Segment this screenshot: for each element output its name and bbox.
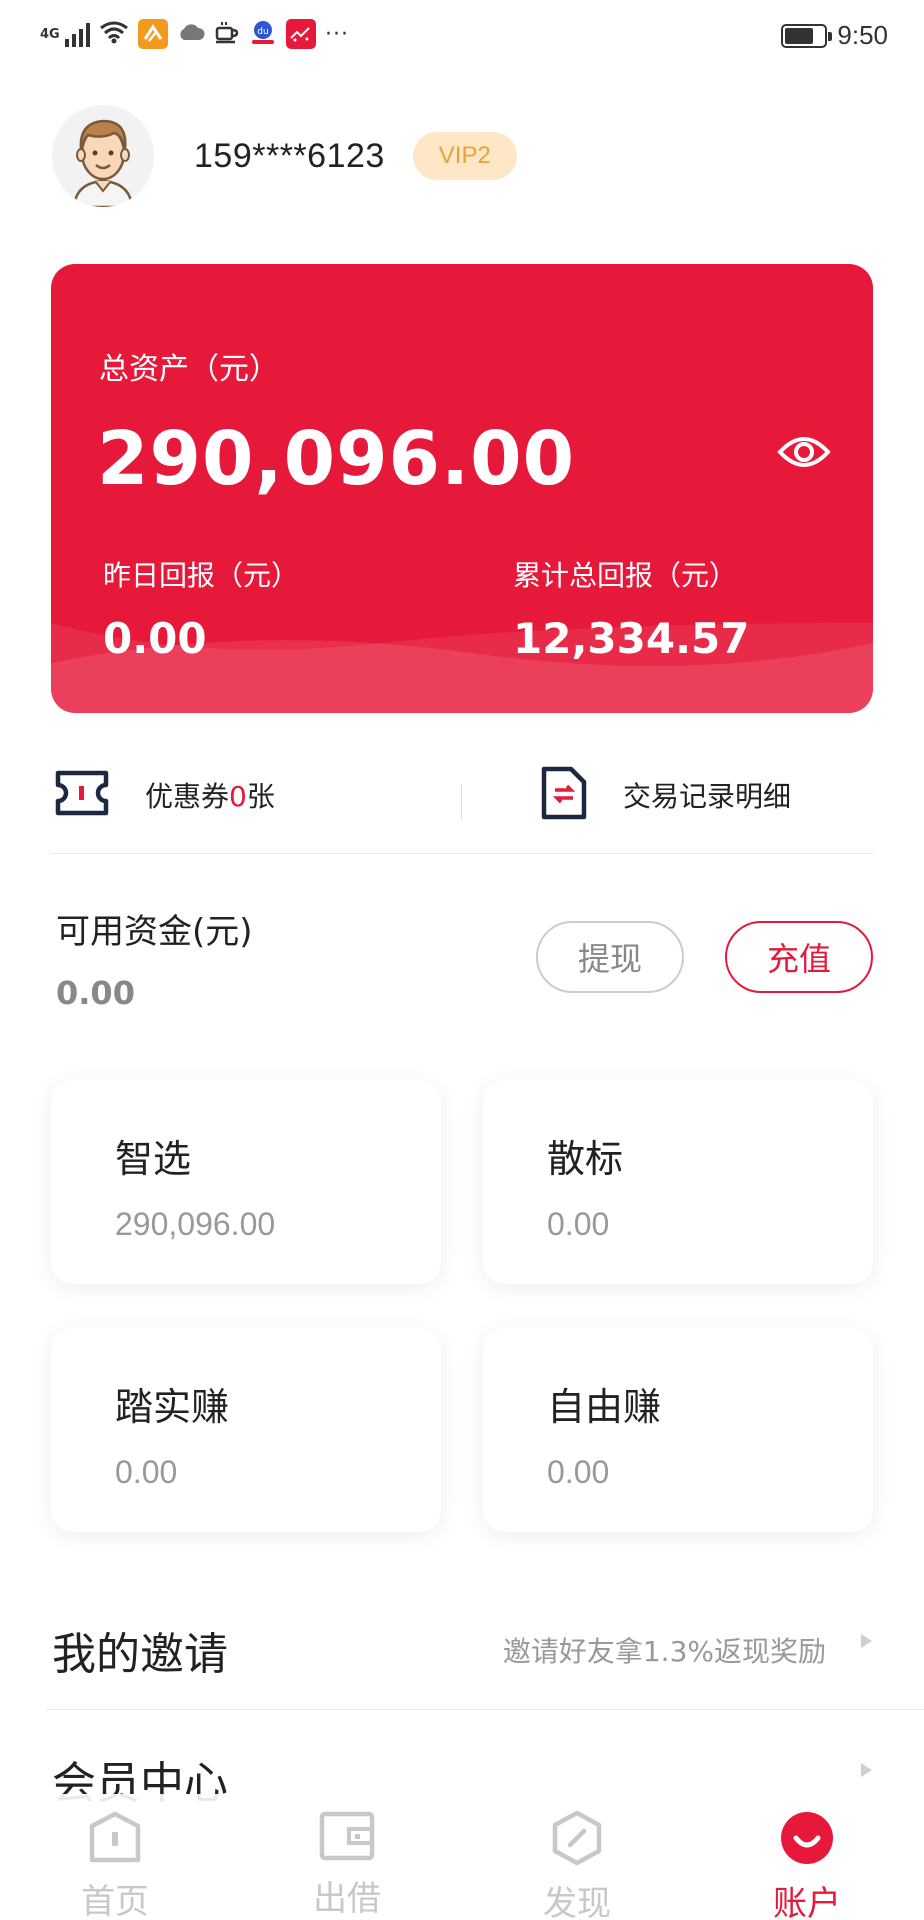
more-notifications: ··· <box>325 21 349 47</box>
chevron-right-icon <box>861 1634 872 1648</box>
app-orange-icon <box>138 19 168 49</box>
total-assets-value: 290,096.00 <box>97 416 576 502</box>
invite-title: 我的邀请 <box>52 1629 228 1680</box>
avatar[interactable] <box>52 105 154 207</box>
yesterday-return-label: 昨日回报（元） <box>103 559 300 592</box>
product-value: 0.00 <box>547 1454 610 1490</box>
product-value: 0.00 <box>115 1454 178 1490</box>
bottom-tab-bar: 首页 出借 发现 账户 <box>0 1794 924 1920</box>
document-exchange-icon <box>541 766 587 824</box>
user-header: 159****6123 VIP2 <box>52 105 517 207</box>
baidu-icon: du <box>249 18 277 50</box>
cumulative-return-value: 12,334.57 <box>513 614 750 663</box>
product-name: 踏实赚 <box>115 1385 230 1429</box>
user-phone: 159****6123 <box>194 136 385 175</box>
available-funds-value: 0.00 <box>56 974 135 1012</box>
product-tile-zhixuan[interactable]: 智选 290,096.00 <box>51 1080 441 1284</box>
wallet-icon <box>319 1810 375 1861</box>
wifi-icon <box>99 20 129 48</box>
battery-icon <box>781 23 833 48</box>
coupon-prefix: 优惠券 <box>145 780 230 813</box>
recharge-button[interactable]: 充值 <box>725 921 873 993</box>
product-tile-ziyouzhuan[interactable]: 自由赚 0.00 <box>483 1328 873 1532</box>
invite-hint: 邀请好友拿1.3%返现奖励 <box>502 1635 826 1668</box>
shortcut-divider <box>461 784 462 820</box>
shortcuts-bar: 优惠券0张 交易记录明细 <box>51 744 873 854</box>
product-tile-tashizhuan[interactable]: 踏实赚 0.00 <box>51 1328 441 1532</box>
product-value: 0.00 <box>547 1206 610 1242</box>
cumulative-return-label: 累计总回报（元） <box>513 559 738 592</box>
menu-row-invite[interactable]: 我的邀请 邀请好友拿1.3%返现奖励 <box>46 1582 924 1710</box>
network-type: 4G <box>40 26 60 42</box>
total-assets-label: 总资产（元） <box>99 352 279 387</box>
available-funds-label: 可用资金(元) <box>56 912 253 952</box>
eye-icon[interactable] <box>777 432 831 476</box>
chevron-right-icon <box>861 1763 872 1777</box>
tab-home-label: 首页 <box>81 1882 149 1920</box>
compass-icon <box>549 1810 605 1866</box>
ticket-icon <box>55 770 109 820</box>
product-value: 290,096.00 <box>115 1206 276 1242</box>
coupon-suffix: 张 <box>246 780 275 813</box>
home-icon <box>88 1810 142 1864</box>
vip-badge[interactable]: VIP2 <box>412 132 517 180</box>
status-left: 4G du ··· <box>40 18 349 50</box>
svg-text:du: du <box>257 27 268 37</box>
tab-discover-label: 发现 <box>543 1884 611 1920</box>
tab-home[interactable]: 首页 <box>15 1794 215 1920</box>
tab-account-label: 账户 <box>773 1884 841 1920</box>
tab-account[interactable]: 账户 <box>707 1794 907 1920</box>
coffee-icon <box>214 20 240 48</box>
cloud-icon <box>177 22 205 46</box>
product-name: 自由赚 <box>547 1385 662 1429</box>
app-red-icon <box>286 19 316 49</box>
coupon-entry[interactable]: 优惠券0张 <box>55 770 275 820</box>
trade-records-label: 交易记录明细 <box>623 780 792 813</box>
tab-lending-label: 出借 <box>313 1879 381 1919</box>
tab-discover[interactable]: 发现 <box>477 1794 677 1920</box>
trade-records-entry[interactable]: 交易记录明细 <box>541 766 791 824</box>
coupon-text: 优惠券0张 <box>145 775 275 815</box>
product-name: 智选 <box>115 1137 192 1181</box>
asset-card: 总资产（元） 290,096.00 昨日回报（元） 0.00 累计总回报（元） … <box>51 264 873 713</box>
coupon-count: 0 <box>229 780 247 813</box>
tab-lending[interactable]: 出借 <box>247 1794 447 1920</box>
status-bar: 4G du ··· 9:50 <box>0 0 924 72</box>
withdraw-button[interactable]: 提现 <box>536 921 684 993</box>
clock: 9:50 <box>837 20 888 50</box>
yesterday-return-value: 0.00 <box>103 614 207 663</box>
status-right: 9:50 <box>781 20 888 51</box>
account-icon <box>779 1810 835 1866</box>
product-name: 散标 <box>547 1137 624 1181</box>
signal-icon <box>65 21 90 47</box>
product-tile-sanbiao[interactable]: 散标 0.00 <box>483 1080 873 1284</box>
